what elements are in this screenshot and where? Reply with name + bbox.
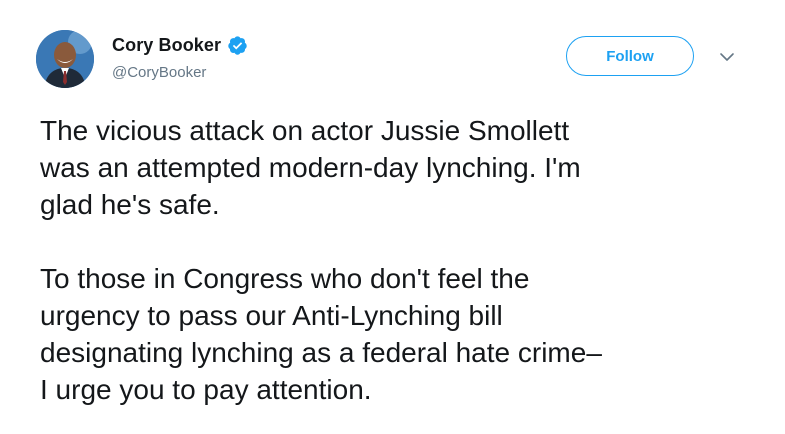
avatar-image: [36, 30, 94, 88]
tweet-header: Cory Booker @CoryBooker Follow: [36, 30, 745, 88]
tweet-card: Cory Booker @CoryBooker Follow The vicio…: [0, 0, 785, 434]
verified-badge-icon: [227, 35, 248, 56]
avatar[interactable]: [36, 30, 94, 88]
author-handle[interactable]: @CoryBooker: [112, 64, 248, 81]
tweet-paragraph: The vicious attack on actor Jussie Smoll…: [40, 112, 760, 223]
tweet-line: was an attempted modern-day lynching. I'…: [40, 152, 581, 183]
tweet-line: designating lynching as a federal hate c…: [40, 337, 602, 368]
tweet-line: urgency to pass our Anti-Lynching bill: [40, 300, 503, 331]
author-info: Cory Booker @CoryBooker: [112, 33, 248, 81]
name-row: Cory Booker: [112, 33, 248, 57]
follow-button[interactable]: Follow: [566, 36, 694, 76]
chevron-down-icon[interactable]: [718, 48, 736, 66]
tweet-line: The vicious attack on actor Jussie Smoll…: [40, 115, 570, 146]
tweet-line: To those in Congress who don't feel the: [40, 263, 530, 294]
tweet-line: I urge you to pay attention.: [40, 374, 372, 405]
tweet-paragraph: To those in Congress who don't feel the …: [40, 260, 760, 408]
author-display-name[interactable]: Cory Booker: [112, 35, 221, 56]
tweet-line: glad he's safe.: [40, 189, 220, 220]
tweet-text: The vicious attack on actor Jussie Smoll…: [40, 112, 760, 408]
